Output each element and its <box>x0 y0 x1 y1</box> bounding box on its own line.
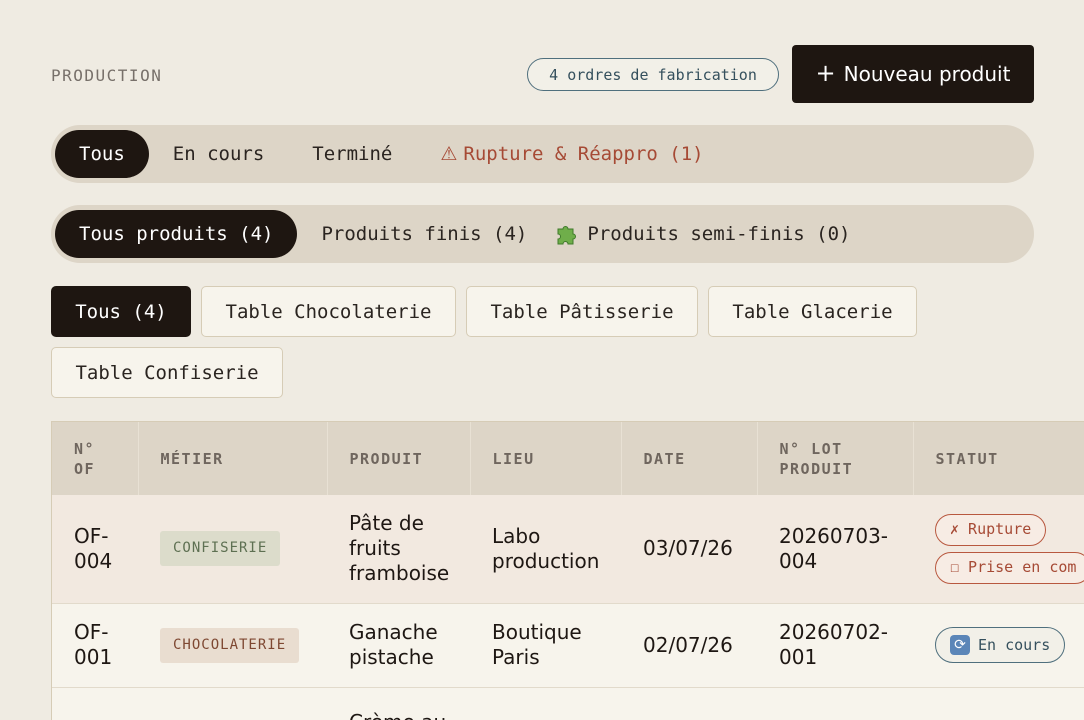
warning-icon: ⚠ <box>440 143 458 165</box>
cell-metier: CHOCOLATERIE <box>138 603 327 688</box>
product-filter-semi-finished[interactable]: Produits semi-finis (0) <box>551 210 874 258</box>
column-header-label: N° OF <box>74 439 96 478</box>
column-header-lieu[interactable]: LIEU <box>470 422 622 495</box>
cell-lot: 20260702-001 <box>757 603 913 688</box>
cell-of: OF-001 <box>52 603 138 688</box>
column-header-metier[interactable]: MÉTIER <box>138 422 328 495</box>
cell-produit: Pâte de fruits framboise <box>327 495 470 604</box>
cell-lot: 20260703-004 <box>757 495 913 604</box>
status-filter-label: Tous <box>79 143 125 165</box>
column-header-date[interactable]: DATE <box>621 422 758 495</box>
cell-statut <box>913 687 1084 720</box>
product-filter-finished[interactable]: Produits finis (4) <box>297 210 551 258</box>
page-header: PRODUCTION 4 ordres de fabrication + Nou… <box>51 44 1034 103</box>
cell-date <box>621 687 757 720</box>
cell-lieu: Boutique Paris <box>470 603 621 688</box>
product-filter-all[interactable]: Tous produits (4) <box>55 210 298 258</box>
metier-tag: CONFISERIE <box>160 531 281 567</box>
tab-patisserie[interactable]: Table Pâtisserie <box>466 286 698 337</box>
status-badge-label: En cours <box>978 635 1051 654</box>
status-filter-label: En cours <box>172 143 265 165</box>
section-label: PRODUCTION <box>51 66 163 85</box>
status-filter-label: Terminé <box>312 143 393 165</box>
status-filter-bar: Tous En cours Terminé ⚠ Rupture & Réappr… <box>51 125 1034 183</box>
product-type-filter-bar: Tous produits (4) Produits finis (4) Pro… <box>51 205 1034 263</box>
table-row[interactable]: OF-001 CHOCOLATERIE Ganache pistache Bou… <box>52 603 1084 688</box>
status-badge-rupture[interactable]: ✗ Rupture <box>935 513 1047 546</box>
table-row[interactable]: OF-004 CONFISERIE Pâte de fruits framboi… <box>52 495 1084 604</box>
product-filter-label: Tous produits (4) <box>79 223 274 245</box>
product-filter-label: Produits semi-finis (0) <box>587 223 851 245</box>
status-filter-label: Rupture & Réappro (1) <box>463 143 704 165</box>
column-header-of[interactable]: N° OF <box>52 422 139 495</box>
refresh-icon: ⟳ <box>950 635 970 655</box>
column-header-label: N° LOT PRODUIT <box>779 439 854 478</box>
cell-statut: ⟳ En cours <box>913 603 1084 688</box>
column-header-label: MÉTIER <box>160 449 224 468</box>
cell-lieu <box>470 687 621 720</box>
column-header-label: LIEU <box>492 449 535 468</box>
tab-all-tables[interactable]: Tous (4) <box>51 286 191 337</box>
column-header-label: STATUT <box>935 449 999 468</box>
cell-of <box>52 687 138 720</box>
cell-metier <box>138 687 327 720</box>
new-product-button[interactable]: + Nouveau produit <box>792 45 1034 103</box>
cell-metier: CONFISERIE <box>138 495 327 604</box>
cell-lieu: Labo production <box>470 495 621 604</box>
cell-produit: Crème au <box>327 687 470 720</box>
tab-chocolaterie[interactable]: Table Chocolaterie <box>201 286 456 337</box>
cell-date: 03/07/26 <box>621 495 757 604</box>
status-filter-all[interactable]: Tous <box>55 130 149 178</box>
production-orders-table: N° OF MÉTIER PRODUIT LIEU DATE N° LOT PR… <box>51 421 1084 720</box>
column-header-produit[interactable]: PRODUIT <box>327 422 471 495</box>
status-filter-in-progress[interactable]: En cours <box>149 130 289 178</box>
status-filter-shortage[interactable]: ⚠ Rupture & Réappro (1) <box>416 130 727 178</box>
puzzle-icon <box>555 223 577 245</box>
status-badge-prise-en-compte[interactable]: ☐ Prise en com <box>935 551 1084 584</box>
column-header-lot[interactable]: N° LOT PRODUIT <box>757 422 914 495</box>
plus-icon: + <box>815 59 836 87</box>
column-header-label: PRODUIT <box>349 449 424 468</box>
status-filter-done[interactable]: Terminé <box>288 130 416 178</box>
table-header-row: N° OF MÉTIER PRODUIT LIEU DATE N° LOT PR… <box>52 422 1084 495</box>
cell-produit: Ganache pistache <box>327 603 470 688</box>
new-product-label: Nouveau produit <box>843 62 1011 86</box>
cell-of: OF-004 <box>52 495 138 604</box>
metier-tag: CHOCOLATERIE <box>160 627 300 663</box>
tab-glacerie[interactable]: Table Glacerie <box>708 286 917 337</box>
table-row[interactable]: Crème au <box>52 687 1084 720</box>
status-badge-en-cours[interactable]: ⟳ En cours <box>935 627 1066 663</box>
tab-confiserie[interactable]: Table Confiserie <box>51 347 283 398</box>
cell-statut: ✗ Rupture ☐ Prise en com <box>913 495 1084 604</box>
order-count-badge: 4 ordres de fabrication <box>527 58 779 91</box>
cell-date: 02/07/26 <box>621 603 757 688</box>
cell-lot <box>757 687 913 720</box>
column-header-label: DATE <box>643 449 686 468</box>
column-header-statut[interactable]: STATUT <box>913 422 1084 495</box>
product-filter-label: Produits finis (4) <box>321 223 528 245</box>
